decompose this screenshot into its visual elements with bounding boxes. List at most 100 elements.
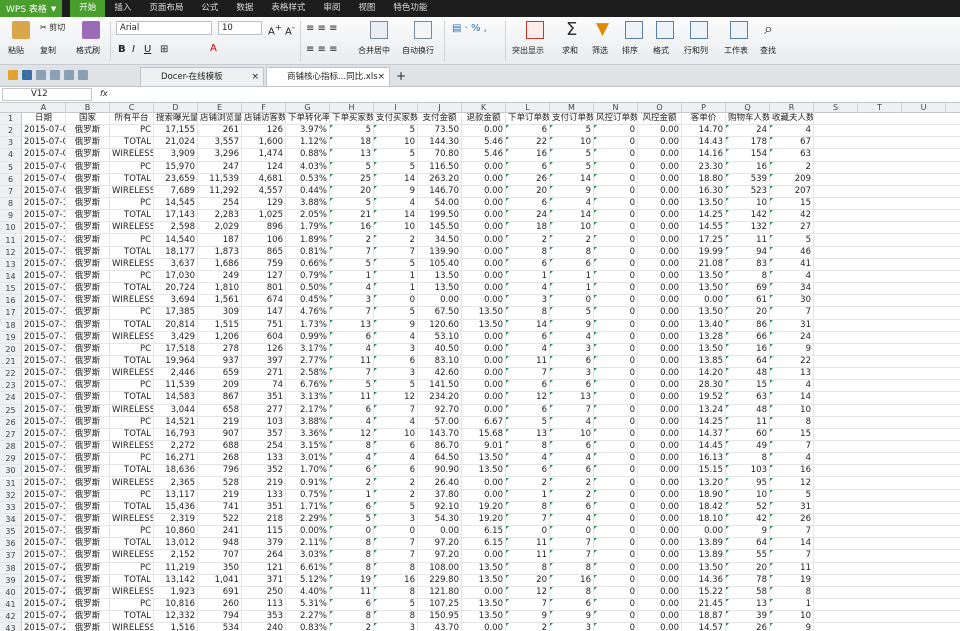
cell[interactable]: 2 [506, 477, 550, 489]
cell[interactable]: 2015-07-13 [22, 319, 66, 331]
cell[interactable]: 25 [330, 173, 374, 185]
cell[interactable]: 0.00 [638, 599, 682, 611]
column-title[interactable]: 购物车人数 [726, 113, 770, 125]
cell[interactable]: 俄罗斯 [66, 185, 110, 198]
cell[interactable]: 8 [506, 307, 550, 319]
cell[interactable]: 15 [770, 198, 814, 210]
cut-button[interactable]: ✂ 剪切 [40, 22, 65, 33]
cell[interactable]: 0.00 [638, 586, 682, 598]
cell[interactable]: 20,724 [154, 283, 198, 295]
tab-docer[interactable]: Docer-在线模板 × [140, 67, 264, 86]
cell[interactable]: 5 [374, 501, 418, 513]
cell[interactable]: 46 [770, 246, 814, 258]
cell[interactable]: PC [110, 270, 154, 283]
cell[interactable]: 528 [198, 477, 242, 489]
cell[interactable]: 4.03% [286, 161, 330, 173]
cell[interactable]: 3 [506, 295, 550, 307]
cell[interactable]: 0 [594, 210, 638, 222]
cell[interactable]: 351 [242, 392, 286, 404]
cell[interactable]: 11 [506, 550, 550, 562]
cell[interactable]: 103 [726, 465, 770, 477]
cell[interactable]: 867 [198, 392, 242, 404]
cell[interactable]: 209 [770, 173, 814, 185]
cell[interactable]: 54.30 [418, 513, 462, 526]
cell[interactable]: 2,029 [198, 222, 242, 234]
cell[interactable]: 0 [594, 404, 638, 416]
cell[interactable]: 6 [330, 465, 374, 477]
cell[interactable]: 14,540 [154, 234, 198, 246]
cell[interactable]: 5 [330, 161, 374, 173]
cell[interactable]: 178 [726, 137, 770, 149]
cell[interactable]: 0.45% [286, 295, 330, 307]
column-title[interactable]: 店铺浏览量 [198, 113, 242, 125]
cell[interactable]: 4 [550, 331, 594, 343]
cell[interactable]: 0 [594, 623, 638, 631]
cell[interactable]: 0 [594, 222, 638, 234]
cell[interactable]: 0.81% [286, 246, 330, 258]
cell[interactable]: 13.50 [682, 198, 726, 210]
cell[interactable]: WIRELESS [110, 477, 154, 489]
cell[interactable]: 7 [770, 441, 814, 453]
cell[interactable]: 108.00 [418, 562, 462, 574]
cell[interactable]: 5 [330, 258, 374, 270]
cell[interactable]: 397 [242, 356, 286, 368]
cell[interactable]: 30 [770, 295, 814, 307]
row-number[interactable]: 23 [0, 380, 22, 392]
cell[interactable]: 8 [726, 270, 770, 283]
cell[interactable]: 86 [726, 319, 770, 331]
cell[interactable]: 0 [374, 526, 418, 538]
cell[interactable]: 俄罗斯 [66, 562, 110, 574]
cell[interactable]: 5 [550, 125, 594, 137]
cell[interactable]: 8 [506, 441, 550, 453]
cell[interactable]: 0 [594, 319, 638, 331]
row-number[interactable]: 26 [0, 416, 22, 428]
cell[interactable]: 2,446 [154, 368, 198, 380]
cell[interactable]: 20 [506, 185, 550, 198]
cell[interactable]: 133 [242, 453, 286, 465]
conditional-format-icon[interactable] [526, 21, 544, 39]
cell[interactable]: 219 [198, 489, 242, 501]
column-title[interactable]: 下单买家数 [330, 113, 374, 125]
cell[interactable]: 8 [506, 562, 550, 574]
cell[interactable]: 1.70% [286, 465, 330, 477]
cell[interactable]: 4 [550, 416, 594, 428]
cell[interactable]: 15.68 [462, 428, 506, 441]
cell[interactable]: 6 [506, 125, 550, 137]
cell[interactable]: 14 [374, 173, 418, 185]
cell[interactable]: 2,272 [154, 441, 198, 453]
cell[interactable]: 6 [550, 501, 594, 513]
cell[interactable]: 0.00 [462, 586, 506, 598]
cell[interactable]: 1,686 [198, 258, 242, 270]
column-header-l[interactable]: L [506, 103, 550, 113]
cell[interactable]: 121.80 [418, 586, 462, 598]
cell[interactable]: 1.79% [286, 222, 330, 234]
cell[interactable]: 127 [242, 270, 286, 283]
cell[interactable]: 18.90 [682, 489, 726, 501]
cell[interactable]: 俄罗斯 [66, 149, 110, 161]
cell[interactable]: 69 [726, 283, 770, 295]
cell[interactable]: 俄罗斯 [66, 501, 110, 513]
cell[interactable]: 0.00 [638, 331, 682, 343]
cell[interactable]: 3 [550, 368, 594, 380]
format-painter-icon[interactable] [82, 21, 100, 39]
cell[interactable]: 2015-07-16 [22, 441, 66, 453]
cell[interactable]: 16.13 [682, 453, 726, 465]
cell[interactable]: 139.90 [418, 246, 462, 258]
cell[interactable]: 4 [550, 453, 594, 465]
cell[interactable]: 俄罗斯 [66, 258, 110, 270]
cell[interactable]: 794 [198, 611, 242, 623]
cell[interactable]: 16 [330, 222, 374, 234]
app-menu-button[interactable]: WPS 表格 ▼ [0, 0, 63, 17]
cell[interactable]: 2,598 [154, 222, 198, 234]
cell[interactable]: 2015-07-19 [22, 550, 66, 562]
cell[interactable]: WIRELESS [110, 513, 154, 526]
cell[interactable]: 0.00 [462, 161, 506, 173]
row-number[interactable]: 10 [0, 222, 22, 234]
cell[interactable]: 2015-07-18 [22, 501, 66, 513]
cell[interactable]: 俄罗斯 [66, 513, 110, 526]
row-number[interactable]: 14 [0, 270, 22, 283]
cell[interactable]: 0 [594, 392, 638, 404]
cell[interactable]: 11 [726, 416, 770, 428]
cell[interactable]: 4.40% [286, 586, 330, 598]
cell[interactable]: 0.00 [462, 246, 506, 258]
